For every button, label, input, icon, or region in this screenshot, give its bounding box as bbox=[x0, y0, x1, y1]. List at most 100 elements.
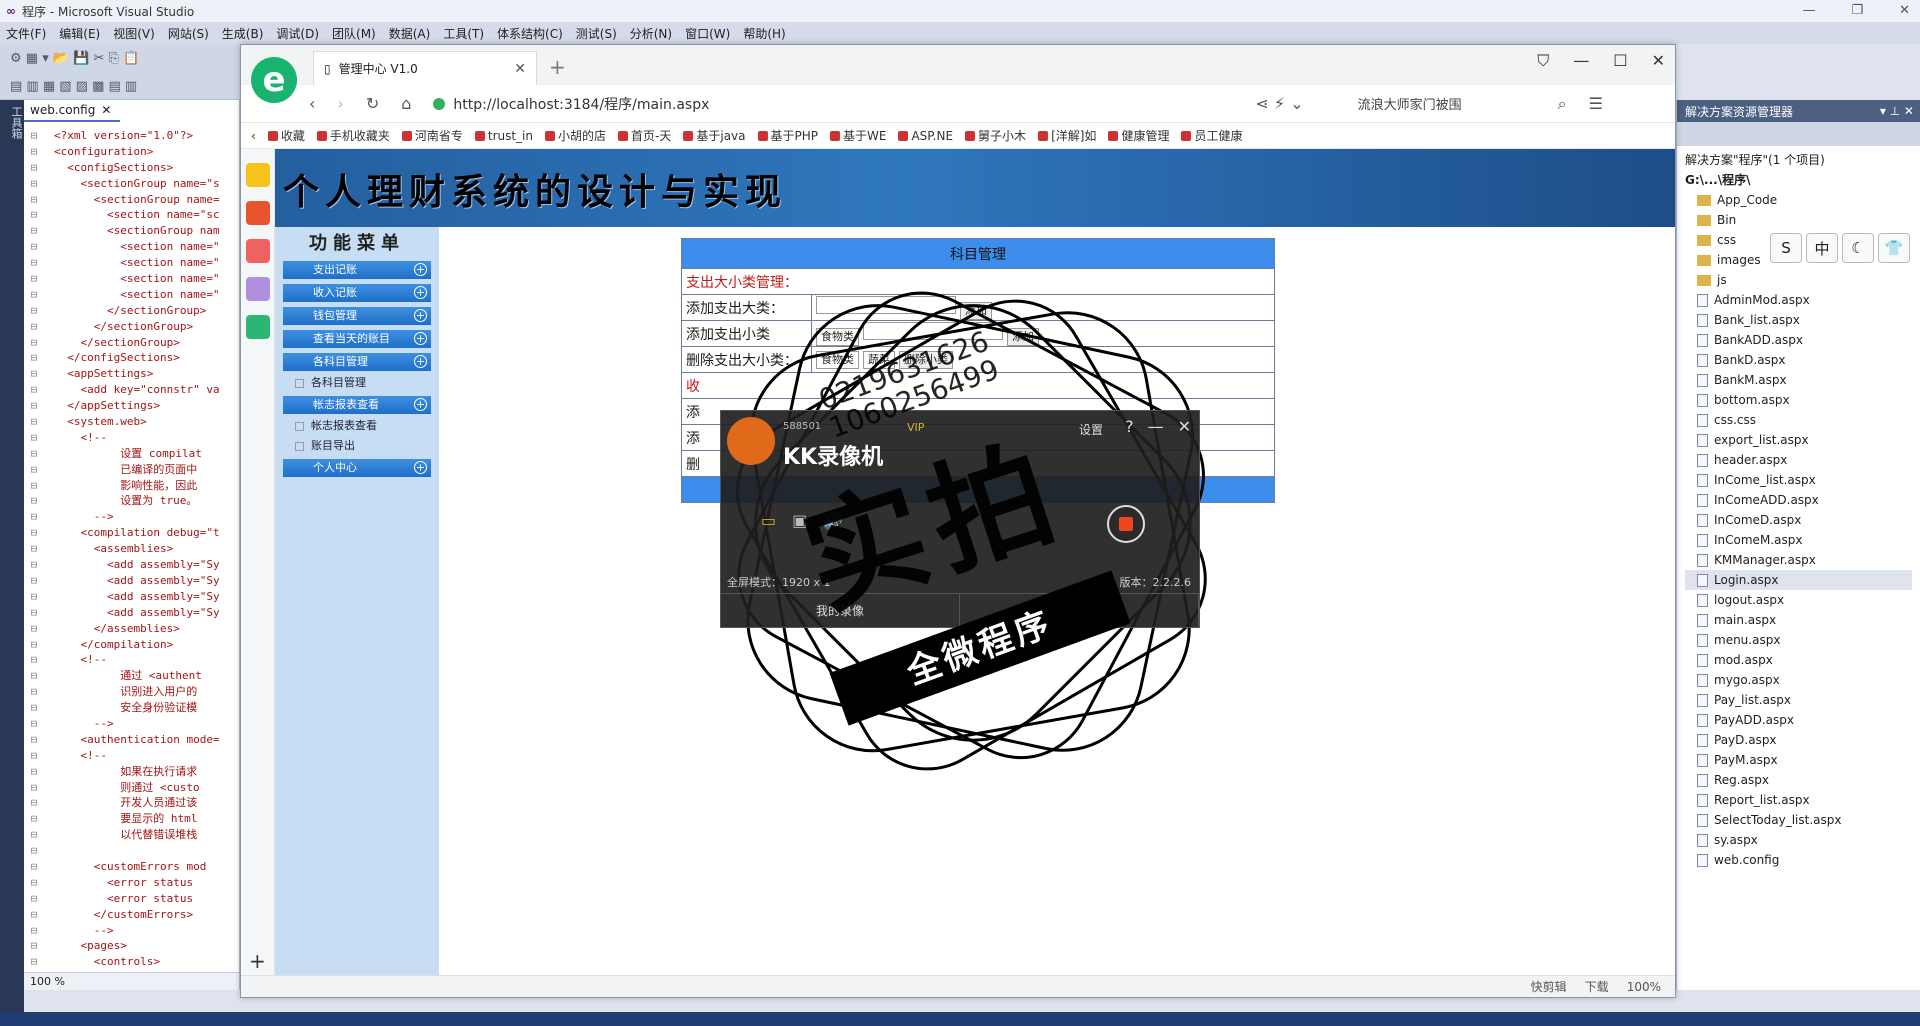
weibo-icon[interactable] bbox=[245, 201, 270, 225]
fold-marker-icon[interactable]: ⊟ bbox=[24, 366, 54, 382]
menu-item[interactable]: 调试(D) bbox=[276, 25, 319, 42]
fold-marker-icon[interactable]: ⊟ bbox=[24, 207, 54, 223]
fold-marker-icon[interactable]: ⊟ bbox=[24, 827, 54, 843]
file-node[interactable]: sy.aspx bbox=[1685, 830, 1912, 850]
favorite-link[interactable]: 基于PHP bbox=[757, 127, 818, 144]
settings-button[interactable]: 设置 bbox=[1079, 421, 1103, 438]
restore-icon[interactable]: ❐ bbox=[1851, 0, 1863, 22]
fold-marker-icon[interactable]: ⊟ bbox=[24, 303, 54, 319]
fold-marker-icon[interactable]: ⊟ bbox=[24, 255, 54, 271]
file-node[interactable]: Pay_list.aspx bbox=[1685, 690, 1912, 710]
shirt-icon[interactable]: ⛉ bbox=[1537, 51, 1549, 71]
menu-button[interactable]: 各科目管理 + bbox=[283, 353, 431, 371]
search-icon[interactable]: ⌕ bbox=[1558, 94, 1567, 114]
folder-node[interactable]: js bbox=[1685, 270, 1912, 290]
close-icon[interactable]: ✕ bbox=[514, 61, 526, 77]
file-node[interactable]: menu.aspx bbox=[1685, 630, 1912, 650]
file-node[interactable]: Report_list.aspx bbox=[1685, 790, 1912, 810]
file-node[interactable]: css.css bbox=[1685, 410, 1912, 430]
expand-icon[interactable]: + bbox=[414, 309, 427, 322]
file-node[interactable]: export_list.aspx bbox=[1685, 430, 1912, 450]
fold-marker-icon[interactable]: ⊟ bbox=[24, 446, 54, 462]
menu-item[interactable]: 文件(F) bbox=[6, 25, 46, 42]
file-node[interactable]: main.aspx bbox=[1685, 610, 1912, 630]
big-category-select[interactable]: 食物类 bbox=[816, 327, 859, 346]
menu-item[interactable]: 分析(N) bbox=[630, 25, 672, 42]
file-node[interactable]: SelectToday_list.aspx bbox=[1685, 810, 1912, 830]
folder-node[interactable]: App_Code bbox=[1685, 190, 1912, 210]
favorite-link[interactable]: 基于java bbox=[683, 127, 746, 144]
solution-root[interactable]: 解决方案"程序"(1 个项目) bbox=[1685, 150, 1912, 170]
fold-marker-icon[interactable]: ⊟ bbox=[24, 764, 54, 780]
file-node[interactable]: mod.aspx bbox=[1685, 650, 1912, 670]
tab-web-config[interactable]: web.config ✕ bbox=[24, 100, 120, 122]
menu-item[interactable]: 测试(S) bbox=[576, 25, 617, 42]
fold-marker-icon[interactable]: ⊟ bbox=[24, 319, 54, 335]
file-node[interactable]: PayM.aspx bbox=[1685, 750, 1912, 770]
menu-button[interactable]: 支出记账 + bbox=[283, 261, 431, 279]
menu-subitem[interactable]: 账目导出 bbox=[283, 437, 431, 455]
menu-item[interactable]: 视图(V) bbox=[113, 25, 155, 42]
fold-marker-icon[interactable]: ⊟ bbox=[24, 271, 54, 287]
fold-marker-icon[interactable]: ⊟ bbox=[24, 637, 54, 653]
menu-item[interactable]: 窗口(W) bbox=[685, 25, 730, 42]
file-node[interactable]: InCome_list.aspx bbox=[1685, 470, 1912, 490]
menu-item[interactable]: 网站(S) bbox=[168, 25, 209, 42]
fold-marker-icon[interactable]: ⊟ bbox=[24, 239, 54, 255]
mail-icon[interactable] bbox=[245, 239, 270, 263]
favorite-link[interactable]: 健康管理 bbox=[1108, 127, 1169, 144]
file-node[interactable]: BankM.aspx bbox=[1685, 370, 1912, 390]
fold-marker-icon[interactable]: ⊟ bbox=[24, 462, 54, 478]
file-node[interactable]: bottom.aspx bbox=[1685, 390, 1912, 410]
favorite-link[interactable]: trust_in bbox=[474, 129, 533, 143]
ime-button[interactable]: 👕 bbox=[1878, 233, 1910, 263]
big-category-input[interactable] bbox=[816, 295, 956, 314]
url-field[interactable]: http://localhost:3184/程序/main.aspx bbox=[433, 94, 1233, 114]
fold-marker-icon[interactable]: ⊟ bbox=[24, 875, 54, 891]
fold-marker-icon[interactable]: ⊟ bbox=[24, 716, 54, 732]
close-icon[interactable]: ✕ bbox=[1178, 417, 1191, 436]
new-tab-button[interactable]: + bbox=[549, 51, 566, 85]
expand-icon[interactable]: + bbox=[414, 286, 427, 299]
fold-marker-icon[interactable]: ⊟ bbox=[24, 350, 54, 366]
menu-subitem[interactable]: 帐志报表查看 bbox=[283, 417, 431, 435]
file-node[interactable]: Reg.aspx bbox=[1685, 770, 1912, 790]
expand-icon[interactable]: + bbox=[414, 332, 427, 345]
file-node[interactable]: Bank_list.aspx bbox=[1685, 310, 1912, 330]
file-node[interactable]: PayADD.aspx bbox=[1685, 710, 1912, 730]
file-node[interactable]: Login.aspx bbox=[1685, 570, 1912, 590]
file-node[interactable]: mygo.aspx bbox=[1685, 670, 1912, 690]
favorite-link[interactable]: 基于WE bbox=[830, 127, 886, 144]
fold-marker-icon[interactable]: ⊟ bbox=[24, 192, 54, 208]
fold-marker-icon[interactable]: ⊟ bbox=[24, 859, 54, 875]
fold-marker-icon[interactable]: ⊟ bbox=[24, 176, 54, 192]
menu-button[interactable]: 个人中心 + bbox=[283, 459, 431, 477]
add-small-button[interactable]: 添加 bbox=[1007, 327, 1039, 346]
toolbar-icon[interactable]: ⚙ ▦ ▾ 📂 💾 ✂ ⎘ 📋 bbox=[10, 51, 139, 66]
fold-marker-icon[interactable]: ⊟ bbox=[24, 684, 54, 700]
fold-marker-icon[interactable]: ⊟ bbox=[24, 541, 54, 557]
video-icon[interactable] bbox=[245, 315, 270, 339]
fold-marker-icon[interactable]: ⊟ bbox=[24, 414, 54, 430]
zoom-level[interactable]: 100% bbox=[1627, 980, 1661, 994]
fold-marker-icon[interactable]: ⊟ bbox=[24, 509, 54, 525]
fold-marker-icon[interactable]: ⊟ bbox=[24, 525, 54, 541]
fold-marker-icon[interactable]: ⊟ bbox=[24, 589, 54, 605]
fold-marker-icon[interactable]: ⊟ bbox=[24, 573, 54, 589]
file-node[interactable]: InComeM.aspx bbox=[1685, 530, 1912, 550]
fold-marker-icon[interactable]: ⊟ bbox=[24, 891, 54, 907]
favorite-link[interactable]: [洋解]如 bbox=[1038, 127, 1096, 144]
file-node[interactable]: InComeD.aspx bbox=[1685, 510, 1912, 530]
minimize-icon[interactable]: — bbox=[1573, 51, 1589, 71]
maximize-icon[interactable]: ☐ bbox=[1613, 51, 1627, 71]
ime-button[interactable]: S bbox=[1770, 233, 1802, 263]
fold-marker-icon[interactable]: ⊟ bbox=[24, 954, 54, 970]
fold-marker-icon[interactable]: ⊟ bbox=[24, 843, 54, 859]
download-button[interactable]: 下载 bbox=[1585, 978, 1609, 995]
file-node[interactable]: BankD.aspx bbox=[1685, 350, 1912, 370]
comic-icon[interactable] bbox=[245, 277, 270, 301]
fold-marker-icon[interactable]: ⊟ bbox=[24, 668, 54, 684]
menu-item[interactable]: 工具(T) bbox=[443, 25, 484, 42]
screen-mode-icon[interactable]: ▭ bbox=[761, 511, 776, 530]
fold-marker-icon[interactable]: ⊟ bbox=[24, 382, 54, 398]
